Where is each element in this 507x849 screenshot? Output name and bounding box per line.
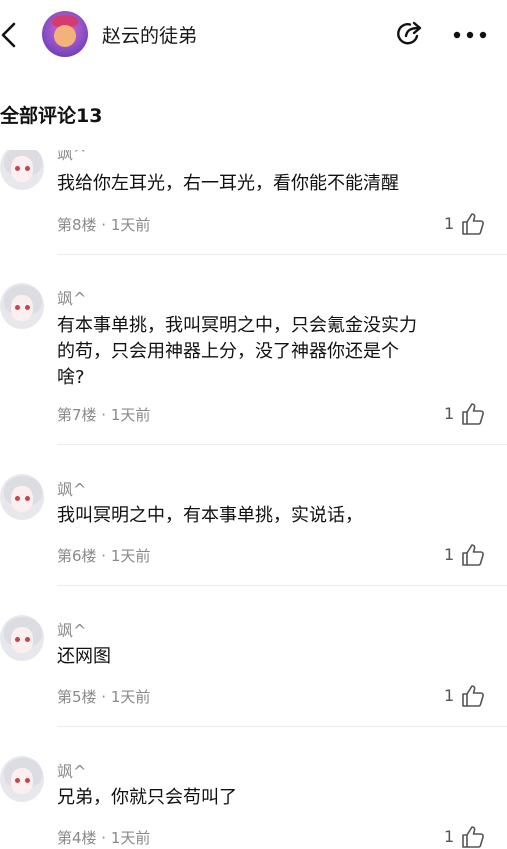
commenter-avatar[interactable] <box>0 756 44 802</box>
like-count: 1 <box>444 827 455 846</box>
comment-text: 有本事单挑，我叫冥明之中，只会氪金没实力 的苟，只会用神器上分，没了神器你还是个… <box>57 313 487 391</box>
comment-floor-time: 第8楼 · 1天前 <box>57 216 151 234</box>
all-comments-title: 全部评论13 <box>0 105 103 127</box>
more-options-icon[interactable] <box>452 30 488 40</box>
comment-text: 我叫冥明之中，有本事单挑，实说话， <box>57 505 363 526</box>
comment-floor-time: 第5楼 · 1天前 <box>57 688 151 706</box>
commenter-avatar[interactable] <box>0 283 44 329</box>
comment-text: 兄弟，你就只会苟叫了 <box>57 787 237 808</box>
thumbs-up-icon[interactable] <box>461 402 485 426</box>
commenter-name[interactable]: 飒^ <box>57 150 86 164</box>
like-count: 1 <box>444 545 455 564</box>
like-count: 1 <box>444 404 455 423</box>
thumbs-up-icon[interactable] <box>461 825 485 849</box>
commenter-name[interactable]: 飒^ <box>57 285 86 309</box>
commenter-name[interactable]: 飒^ <box>57 617 86 641</box>
commenter-name[interactable]: 飒^ <box>57 758 86 782</box>
commenter-avatar[interactable] <box>0 150 44 190</box>
comment-floor-time: 第4楼 · 1天前 <box>57 829 151 847</box>
divider <box>57 585 507 586</box>
divider <box>57 726 507 727</box>
thumbs-up-icon[interactable] <box>461 684 485 708</box>
comment-floor-time: 第6楼 · 1天前 <box>57 547 151 565</box>
divider <box>57 444 507 445</box>
commenter-avatar[interactable] <box>0 615 44 661</box>
thumbs-up-icon[interactable] <box>461 212 485 236</box>
commenter-avatar[interactable] <box>0 474 44 520</box>
divider <box>57 254 507 255</box>
comment-text-line: 啥? <box>57 367 85 388</box>
top-bar: 赵云的徒弟 <box>0 0 507 70</box>
comment-floor-time: 第7楼 · 1天前 <box>57 406 151 424</box>
commenter-name[interactable]: 飒^ <box>57 476 86 500</box>
like-count: 1 <box>444 214 455 233</box>
back-arrow-icon[interactable] <box>0 20 24 50</box>
comment-text: 我给你左耳光，右一耳光，看你能不能清醒 <box>57 173 399 194</box>
share-icon[interactable] <box>395 19 425 49</box>
comment-list[interactable]: 飒^ 我给你左耳光，右一耳光，看你能不能清醒 第8楼 · 1天前 1 飒^ 有本… <box>0 150 507 849</box>
author-avatar[interactable] <box>42 11 88 57</box>
comment-text-line: 有本事单挑，我叫冥明之中，只会氪金没实力 <box>57 315 417 336</box>
author-name[interactable]: 赵云的徒弟 <box>102 21 197 48</box>
like-count: 1 <box>444 686 455 705</box>
comment-text-line: 的苟，只会用神器上分，没了神器你还是个 <box>57 341 399 362</box>
thumbs-up-icon[interactable] <box>461 543 485 567</box>
comment-text: 还网图 <box>57 646 111 667</box>
